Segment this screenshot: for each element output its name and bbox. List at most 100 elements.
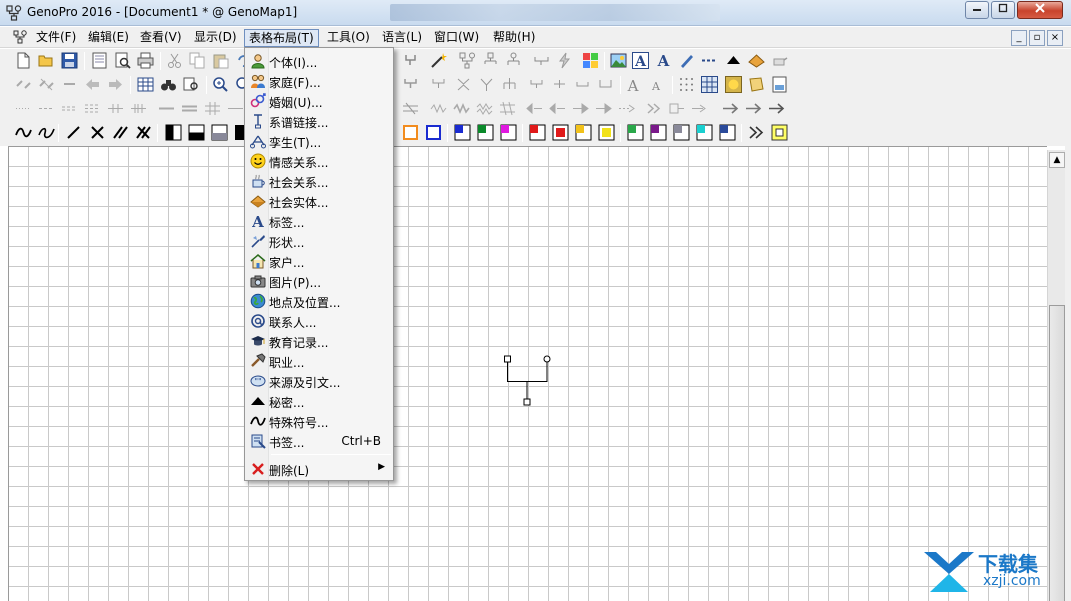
vertical-scrollbar[interactable]: ▲ <box>1047 150 1065 601</box>
menu-item-shape[interactable]: 形状... <box>247 231 391 251</box>
scroll-up-button[interactable]: ▲ <box>1049 152 1065 168</box>
relation-arrow-bold-3-icon[interactable] <box>768 100 785 117</box>
menu-item-special-symbol[interactable]: 特殊符号... <box>247 411 391 431</box>
color-purple-corner-icon[interactable] <box>650 124 667 141</box>
border-blue-icon[interactable] <box>425 124 442 141</box>
menu-item-social-entity[interactable]: 社会实体... <box>247 191 391 211</box>
line-style-double-icon[interactable] <box>181 100 198 117</box>
color-magenta-corner-icon[interactable] <box>500 124 517 141</box>
link-style-1-icon[interactable] <box>528 76 545 93</box>
lightning-icon[interactable] <box>556 52 573 69</box>
menu-item-picture[interactable]: 图片(P)... <box>247 271 391 291</box>
relation-zigzag-2-icon[interactable] <box>453 100 470 117</box>
note-icon[interactable] <box>748 76 765 93</box>
page-setup-icon[interactable] <box>91 52 108 69</box>
minimize-button[interactable] <box>965 1 989 19</box>
relation-arrow-1-icon[interactable] <box>526 100 543 117</box>
menu-item-secret[interactable]: 秘密... <box>247 391 391 411</box>
menu-tools[interactable]: 工具(O) <box>323 29 374 47</box>
text-box-icon[interactable]: A <box>632 52 649 69</box>
align-tree-4-icon[interactable] <box>478 76 495 93</box>
double-slash-cross-icon[interactable] <box>135 124 152 141</box>
genogram-layout-1-icon[interactable] <box>459 52 476 69</box>
menu-item-family[interactable]: 家庭(F)... <box>247 71 391 91</box>
menu-view[interactable]: 查看(V) <box>136 29 186 47</box>
male-node-handle[interactable] <box>504 355 511 363</box>
menu-item-label[interactable]: A 标签... <box>247 211 391 231</box>
dashed-line-icon[interactable] <box>701 52 718 69</box>
align-tree-1-icon[interactable] <box>402 76 419 93</box>
color-red-fill-icon[interactable] <box>552 124 569 141</box>
relation-dotted-arrow-icon[interactable] <box>618 100 635 117</box>
menu-item-individual[interactable]: 个体(I)... <box>247 51 391 71</box>
menu-table-layout[interactable]: 表格布局(T) <box>244 29 319 47</box>
puzzle-icon[interactable] <box>582 52 599 69</box>
menu-file[interactable]: 文件(F) <box>32 29 80 47</box>
mdi-close-button[interactable]: × <box>1047 30 1063 46</box>
fill-gray-bottom-icon[interactable] <box>211 124 228 141</box>
report-icon[interactable] <box>771 76 788 93</box>
cross-mark-icon[interactable] <box>89 124 106 141</box>
single-slash-icon[interactable] <box>65 124 82 141</box>
line-style-dotted-icon[interactable] <box>15 100 32 117</box>
fill-left-half-icon[interactable] <box>165 124 182 141</box>
zoom-in-icon[interactable] <box>212 76 229 93</box>
line-style-solid-icon[interactable] <box>158 100 175 117</box>
relation-arrow-bold-1-icon[interactable] <box>722 100 739 117</box>
menu-item-social-relationship[interactable]: 社会关系... <box>247 171 391 191</box>
menu-help[interactable]: 帮助(H) <box>489 29 539 47</box>
align-tree-3-icon[interactable] <box>455 76 472 93</box>
genogram-layout-3-icon[interactable] <box>505 52 522 69</box>
relation-line-1-icon[interactable] <box>402 100 419 117</box>
relation-arrow-4-icon[interactable] <box>595 100 612 117</box>
menu-item-twins[interactable]: 孪生(T)... <box>247 131 391 151</box>
line-style-dashed-icon[interactable] <box>38 100 55 117</box>
highlight-box-icon[interactable] <box>771 124 788 141</box>
document-icon[interactable] <box>13 30 28 44</box>
restore-button[interactable] <box>991 1 1015 19</box>
menu-item-source-citation[interactable]: "" 来源及引文... <box>247 371 391 391</box>
relation-hash-icon[interactable] <box>499 100 516 117</box>
relation-arrow-3-icon[interactable] <box>572 100 589 117</box>
relation-open-arrow-icon[interactable] <box>691 100 708 117</box>
font-larger-icon[interactable]: A <box>626 76 643 93</box>
relation-zigzag-double-icon[interactable] <box>476 100 493 117</box>
menu-item-household[interactable]: 家户... <box>247 251 391 271</box>
color-blue-corner-icon[interactable] <box>454 124 471 141</box>
social-entity-tool-icon[interactable] <box>748 52 765 69</box>
menu-item-bookmark[interactable]: 书签... Ctrl+B <box>247 431 391 451</box>
save-icon[interactable] <box>61 52 78 69</box>
menu-item-education[interactable]: 教育记录... <box>247 331 391 351</box>
relation-zigzag-1-icon[interactable] <box>430 100 447 117</box>
line-style-triple-icon[interactable] <box>84 100 101 117</box>
secret-triangle-icon[interactable] <box>725 52 742 69</box>
align-tree-5-icon[interactable] <box>501 76 518 93</box>
child-node-handle[interactable] <box>523 398 531 406</box>
find-replace-icon[interactable] <box>183 76 200 93</box>
relation-box-arrow-icon[interactable] <box>668 100 685 117</box>
menu-edit[interactable]: 编辑(E) <box>84 29 133 47</box>
menu-language[interactable]: 语言(L) <box>378 29 426 47</box>
color-cyan-corner-icon[interactable] <box>696 124 713 141</box>
scroll-thumb[interactable] <box>1049 305 1065 601</box>
wave-loop-icon[interactable] <box>38 124 55 141</box>
pen-icon[interactable] <box>678 52 695 69</box>
family-genogram[interactable] <box>500 352 556 408</box>
color-green-corner-icon[interactable] <box>477 124 494 141</box>
color-navy-corner-icon[interactable] <box>719 124 736 141</box>
female-node-handle[interactable] <box>543 355 551 363</box>
open-folder-icon[interactable] <box>38 52 55 69</box>
close-button[interactable] <box>1017 1 1063 19</box>
forward-arrow-icon[interactable] <box>107 76 124 93</box>
print-preview-icon[interactable] <box>114 52 131 69</box>
link-chain-icon[interactable] <box>15 76 32 93</box>
border-orange-icon[interactable] <box>402 124 419 141</box>
menu-item-emotional-relationship[interactable]: 情感关系... <box>247 151 391 171</box>
color-green-fill-icon[interactable] <box>627 124 644 141</box>
mdi-minimize-button[interactable]: _ <box>1011 30 1027 46</box>
menu-window[interactable]: 窗口(W) <box>430 29 483 47</box>
link-tool-1-icon[interactable] <box>533 52 550 69</box>
fill-bottom-half-icon[interactable] <box>188 124 205 141</box>
menu-item-contact[interactable]: 联系人... <box>247 311 391 331</box>
color-yellow-corner-icon[interactable] <box>575 124 592 141</box>
